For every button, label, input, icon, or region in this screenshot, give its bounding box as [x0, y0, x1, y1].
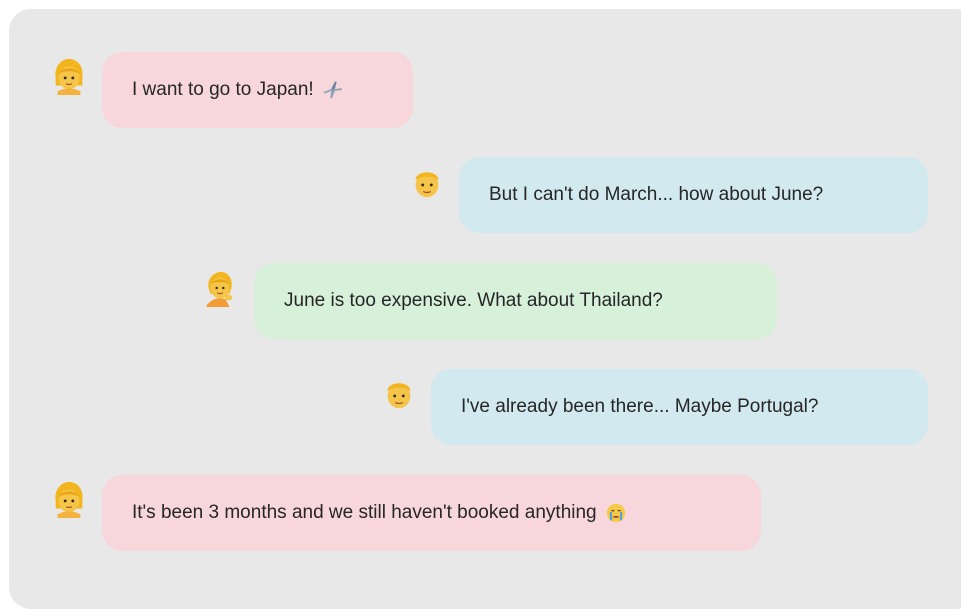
- man-blonde-icon: [380, 375, 418, 413]
- message-text-2: But I can't do March... how about June?: [489, 184, 824, 205]
- message-bubble-5: It's been 3 months and we still haven't …: [102, 475, 761, 551]
- message-text-1: I want to go to Japan!: [132, 79, 314, 100]
- woman-blonde-icon: [50, 57, 88, 95]
- message-text-5: It's been 3 months and we still haven't …: [132, 502, 597, 523]
- message-text-4: I've already been there... Maybe Portuga…: [461, 396, 819, 417]
- message-text-3: June is too expensive. What about Thaila…: [284, 290, 663, 311]
- message-bubble-3: June is too expensive. What about Thaila…: [254, 263, 777, 339]
- crying-face-icon: [605, 502, 627, 524]
- woman-tipping-hand-icon: [201, 269, 239, 307]
- message-bubble-4: I've already been there... Maybe Portuga…: [431, 369, 928, 445]
- man-blonde-icon: [408, 164, 446, 202]
- message-bubble-2: But I can't do March... how about June?: [459, 157, 928, 233]
- woman-blonde-icon: [50, 480, 88, 518]
- airplane-icon: [322, 79, 344, 101]
- message-bubble-1: I want to go to Japan!: [102, 52, 413, 128]
